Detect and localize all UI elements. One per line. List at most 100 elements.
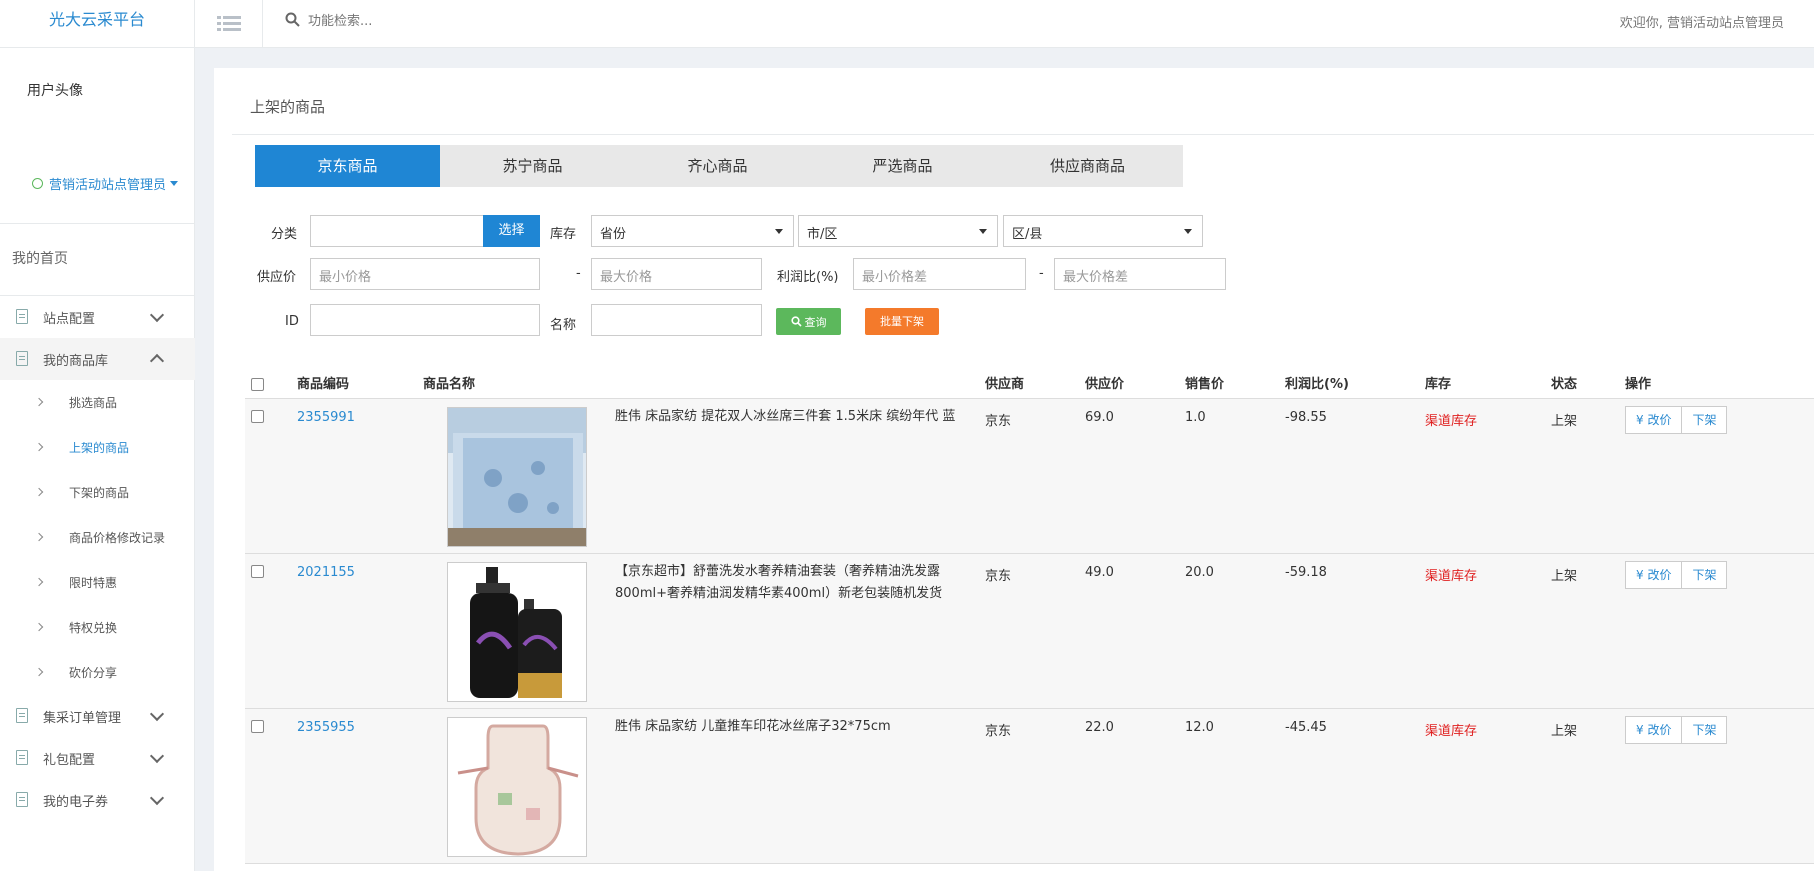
change-price-button[interactable]: ¥ 改价: [1625, 561, 1683, 589]
sidebar-item-gift-config[interactable]: 礼包配置: [0, 737, 195, 779]
platform-logo[interactable]: 光大云采平台: [0, 0, 195, 48]
city-select[interactable]: 市/区: [798, 215, 998, 247]
chevron-down-icon: [149, 748, 165, 764]
sidebar-subitem-flash-sale[interactable]: 限时特惠: [0, 560, 195, 605]
welcome-text: 欢迎你, 营销活动站点管理员: [1619, 16, 1784, 31]
sidebar-item-label: 礼包配置: [43, 752, 96, 768]
province-select[interactable]: 省份: [591, 215, 794, 247]
profit-ratio: -45.45: [1285, 720, 1327, 735]
sidebar-subitem-privilege-exchange[interactable]: 特权兑换: [0, 605, 195, 650]
row-checkbox[interactable]: [251, 565, 264, 578]
sidebar-item-e-coupons[interactable]: 我的电子券: [0, 779, 195, 821]
tab-supplier[interactable]: 供应商商品: [995, 145, 1180, 187]
list-icon: [217, 16, 241, 31]
menu-toggle-button[interactable]: [196, 0, 263, 48]
row-checkbox[interactable]: [251, 410, 264, 423]
product-image[interactable]: [447, 562, 587, 702]
search-icon: [790, 316, 802, 327]
bed-mat-image: [448, 408, 586, 546]
sidebar-item-label: 我的商品库: [43, 353, 109, 369]
min-diff-input[interactable]: 最小价格差: [853, 258, 1026, 290]
sidebar-subitem-listed-products[interactable]: 上架的商品: [0, 425, 195, 470]
stock-status: 渠道库存: [1425, 569, 1478, 584]
name-label: 名称: [550, 318, 577, 333]
sidebar-home-link[interactable]: 我的首页: [12, 248, 68, 268]
stock-status: 渠道库存: [1425, 724, 1478, 739]
batch-delist-button[interactable]: 批量下架: [865, 308, 939, 335]
profit-ratio: -59.18: [1285, 565, 1327, 580]
product-image[interactable]: [447, 407, 587, 547]
listing-status: 上架: [1551, 569, 1578, 584]
tab-suning[interactable]: 苏宁商品: [440, 145, 625, 187]
max-price-input[interactable]: 最大价格: [591, 258, 762, 290]
max-diff-input[interactable]: 最大价格差: [1054, 258, 1226, 290]
sidebar-item-my-products[interactable]: 我的商品库: [0, 338, 195, 380]
sidebar-subitem-price-history[interactable]: 商品价格修改记录: [0, 515, 195, 560]
sidebar-subitem-label: 下架的商品: [69, 486, 130, 500]
table-row: 2355955 胜伟 床品家纺 儿童推车印花冰丝席子32*75cm 京东 22.…: [245, 709, 1814, 864]
document-icon: [16, 750, 28, 765]
supply-price-label: 供应价: [257, 270, 297, 285]
product-code-link[interactable]: 2355991: [297, 410, 355, 425]
user-role-dropdown[interactable]: 营销活动站点管理员: [32, 174, 179, 193]
change-price-button[interactable]: ¥ 改价: [1625, 716, 1683, 744]
row-actions: ¥ 改价 下架: [1625, 716, 1728, 744]
search-icon: [285, 12, 300, 27]
sidebar-subitem-label: 上架的商品: [69, 441, 130, 455]
delist-button[interactable]: 下架: [1682, 406, 1728, 434]
sidebar-subitem-delisted-products[interactable]: 下架的商品: [0, 470, 195, 515]
col-header-actions: 操作: [1625, 377, 1652, 392]
sidebar-subitem-select-products[interactable]: 挑选商品: [0, 380, 195, 425]
user-avatar[interactable]: 用户头像: [27, 80, 83, 100]
row-actions: ¥ 改价 下架: [1625, 406, 1728, 434]
col-header-supply-price: 供应价: [1085, 377, 1125, 392]
chevron-right-icon: [34, 667, 44, 677]
product-name: 胜伟 床品家纺 提花双人冰丝席三件套 1.5米床 缤纷年代 蓝: [615, 409, 956, 424]
col-header-stock: 库存: [1425, 377, 1452, 392]
profit-ratio-label: 利润比(%): [777, 270, 839, 285]
min-price-input[interactable]: 最小价格: [310, 258, 540, 290]
chevron-down-icon: [149, 706, 165, 722]
chevron-right-icon: [34, 487, 44, 497]
top-bar: 光大云采平台 欢迎你, 营销活动站点管理员: [0, 0, 1814, 48]
col-header-sale-price: 销售价: [1185, 377, 1225, 392]
col-header-profit: 利润比(%): [1285, 377, 1349, 392]
sidebar-item-order-management[interactable]: 集采订单管理: [0, 695, 195, 737]
select-category-button[interactable]: 选择: [483, 215, 540, 247]
document-icon: [16, 351, 28, 366]
sidebar-subitem-label: 特权兑换: [69, 621, 118, 635]
source-tabs: 京东商品 苏宁商品 齐心商品 严选商品 供应商商品: [255, 145, 1183, 187]
function-search-input[interactable]: [308, 10, 608, 32]
col-header-name: 商品名称: [423, 377, 476, 392]
delist-button[interactable]: 下架: [1682, 561, 1728, 589]
tab-qixin[interactable]: 齐心商品: [625, 145, 810, 187]
change-price-button[interactable]: ¥ 改价: [1625, 406, 1683, 434]
row-checkbox[interactable]: [251, 720, 264, 733]
sidebar-subitem-label: 砍价分享: [69, 666, 118, 680]
supplier: 京东: [985, 414, 1012, 429]
supply-price: 49.0: [1085, 565, 1114, 580]
name-input[interactable]: [591, 304, 762, 336]
select-all-checkbox[interactable]: [251, 378, 264, 391]
product-code-link[interactable]: 2355955: [297, 720, 355, 735]
table-row: 2355991 胜伟 床品家纺 提花双人冰丝席三件套 1.5米床 缤纷年代 蓝 …: [245, 399, 1814, 554]
tab-jd[interactable]: 京东商品: [255, 145, 440, 187]
id-input[interactable]: [310, 304, 540, 336]
product-code-link[interactable]: 2021155: [297, 565, 355, 580]
category-input[interactable]: [310, 215, 484, 247]
chevron-right-icon: [34, 622, 44, 632]
sidebar-item-site-config[interactable]: 站点配置: [0, 296, 195, 338]
divider: [232, 134, 1814, 135]
category-label: 分类: [271, 227, 298, 242]
tab-yanxuan[interactable]: 严选商品: [810, 145, 995, 187]
range-dash: -: [576, 266, 581, 281]
sidebar-subitem-label: 限时特惠: [69, 576, 118, 590]
product-image[interactable]: [447, 717, 587, 857]
county-select[interactable]: 区/县: [1003, 215, 1203, 247]
sidebar-subitem-bargain-share[interactable]: 砍价分享: [0, 650, 195, 695]
query-button[interactable]: 查询: [776, 308, 841, 335]
page-title: 上架的商品: [250, 98, 326, 116]
sidebar-item-label: 我的电子券: [43, 794, 109, 810]
delist-button[interactable]: 下架: [1682, 716, 1728, 744]
sidebar: 用户头像 营销活动站点管理员 我的首页 站点配置 我的商品库 挑选商品 上架的商…: [0, 48, 195, 871]
